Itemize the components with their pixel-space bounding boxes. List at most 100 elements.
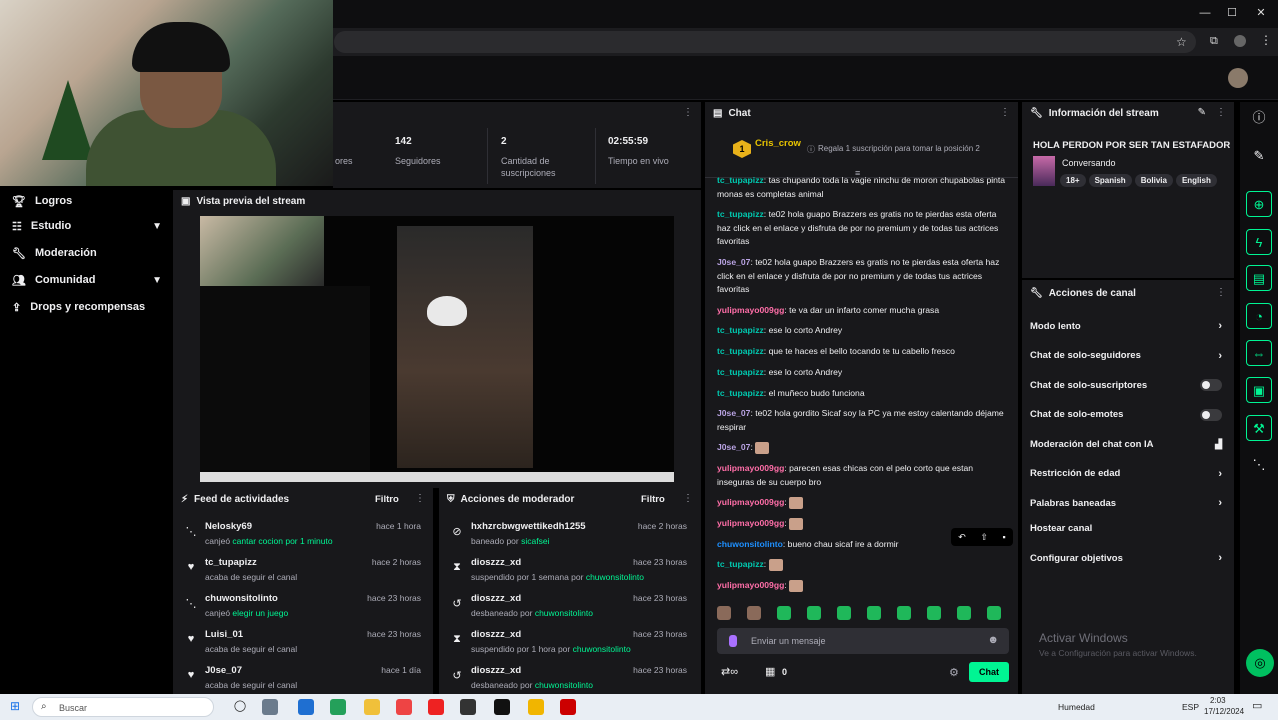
chat-username[interactable]: chuwonsitolinto xyxy=(717,539,783,549)
feed-item[interactable]: ⋱ Nelosky69 canjeó cantar cocion por 1 min… xyxy=(185,519,422,551)
toggle-switch[interactable] xyxy=(1200,408,1222,421)
chat-message[interactable]: J0se_07: te02 hola gordito Sicaf soy la … xyxy=(717,407,1007,434)
chat-message[interactable]: tc_tupapizz: tas chupando toda la vagie … xyxy=(717,174,1007,201)
feed-desc-highlight[interactable]: chuwonsitolinto xyxy=(586,572,644,582)
toggle-switch[interactable] xyxy=(1200,379,1222,391)
extensions-icon[interactable]: ⧉ xyxy=(1210,35,1218,48)
pinned-username[interactable]: Cris_crow xyxy=(755,138,801,149)
tag[interactable]: 18+ xyxy=(1060,174,1086,187)
feed-item[interactable]: ↺ dioszzz_xd desbaneado por chuwonsitolint… xyxy=(451,663,687,695)
chat-username[interactable]: tc_tupapizz xyxy=(717,559,764,569)
more-options-icon[interactable]: ⋮ xyxy=(683,493,693,504)
feed-item[interactable]: ⧗ dioszzz_xd suspendido por 1 hora por chu… xyxy=(451,627,687,659)
app-icon[interactable] xyxy=(460,699,476,715)
task-view-icon[interactable]: ◯ xyxy=(232,699,248,715)
swap-icon[interactable]: ⇔ xyxy=(1246,340,1272,366)
info-icon[interactable]: ⓘ xyxy=(1246,105,1272,131)
wrench-icon[interactable]: ⚒ xyxy=(1246,415,1272,441)
chat-input[interactable]: Enviar un mensaje ☻ xyxy=(717,628,1009,654)
feed-username[interactable]: dioszzz_xd xyxy=(471,557,521,568)
stream-video[interactable] xyxy=(200,216,674,482)
help-chat-icon[interactable]: ◎ xyxy=(1246,649,1274,677)
channel-action-row[interactable]: Palabras baneadas › xyxy=(1030,494,1222,512)
obs-icon[interactable] xyxy=(494,699,510,715)
channel-action-row[interactable]: Chat de solo-seguidores › xyxy=(1030,347,1222,365)
chat-username[interactable]: tc_tupapizz xyxy=(717,367,764,377)
chat-username[interactable]: tc_tupapizz xyxy=(717,388,764,398)
more-options-icon[interactable]: ⋮ xyxy=(1000,107,1010,118)
close-icon[interactable]: ✕ xyxy=(1254,6,1268,20)
clock-date[interactable]: 17/12/2024 xyxy=(1204,707,1244,716)
feed-username[interactable]: dioszzz_xd xyxy=(471,665,521,676)
mic-icon[interactable] xyxy=(729,635,737,647)
channel-action-row[interactable]: Configurar objetivos › xyxy=(1030,549,1222,567)
quick-emote[interactable] xyxy=(807,606,821,620)
chat-username[interactable]: tc_tupapizz xyxy=(717,209,764,219)
tag[interactable]: Bolivia xyxy=(1134,174,1173,187)
bookmark-star-icon[interactable]: ☆ xyxy=(1176,35,1187,49)
filter-button[interactable]: Filtro xyxy=(375,494,399,505)
language-indicator[interactable]: ESP xyxy=(1182,702,1199,712)
feed-item[interactable]: ↺ dioszzz_xd desbaneado por chuwonsitolint… xyxy=(451,591,687,623)
chat-username[interactable]: tc_tupapizz xyxy=(717,175,764,185)
weather-text[interactable]: Humedad xyxy=(1058,702,1095,712)
channel-action-row[interactable]: Chat de solo-emotes xyxy=(1030,406,1222,424)
folder-icon[interactable] xyxy=(364,699,380,715)
nav-comunidad[interactable]: 👥︎ Comunidad ▼ xyxy=(12,271,162,289)
more-options-icon[interactable]: ⋮ xyxy=(1216,107,1226,118)
chat-username[interactable]: yulipmayo009gg xyxy=(717,580,784,590)
channel-action-row[interactable]: Hostear canal xyxy=(1030,520,1222,538)
quick-emote[interactable] xyxy=(717,606,731,620)
feed-desc-highlight[interactable]: cantar cocion por 1 minuto xyxy=(232,536,332,546)
chat-message[interactable]: yulipmayo009gg: xyxy=(717,496,1007,510)
pencil-icon[interactable]: ✎ xyxy=(1246,143,1272,169)
pin-icon[interactable]: ⇧ xyxy=(980,532,988,543)
gift-icon[interactable]: ▦ xyxy=(765,665,775,678)
feed-item[interactable]: ⋱ chuwonsitolinto canjeó elegir un juego ha… xyxy=(185,591,422,623)
feed-item[interactable]: ⧗ dioszzz_xd suspendido por 1 semana por c… xyxy=(451,555,687,587)
chat-message[interactable]: tc_tupapizz: xyxy=(717,558,1007,572)
whatsapp-icon[interactable] xyxy=(330,699,346,715)
chat-send-button[interactable]: Chat xyxy=(969,662,1009,682)
quick-emote[interactable] xyxy=(897,606,911,620)
feed-desc-highlight[interactable]: chuwonsitolinto xyxy=(573,644,631,654)
quick-emote[interactable] xyxy=(927,606,941,620)
nav-logros[interactable]: 🏆︎ Logros xyxy=(12,192,162,210)
notification-icon[interactable]: ▭ xyxy=(1252,699,1262,712)
tag[interactable]: English xyxy=(1175,174,1217,187)
app-icon[interactable] xyxy=(560,699,576,715)
quick-emote[interactable] xyxy=(747,606,761,620)
quick-emote[interactable] xyxy=(777,606,791,620)
chat-username[interactable]: yulipmayo009gg xyxy=(717,497,784,507)
chat-message[interactable]: yulipmayo009gg: xyxy=(717,579,1007,593)
edit-icon[interactable]: ✎ xyxy=(1198,107,1206,118)
taskbar-search[interactable]: ⌕ Buscar xyxy=(32,697,214,717)
feed-username[interactable]: Nelosky69 xyxy=(205,521,252,532)
chrome-icon[interactable] xyxy=(528,699,544,715)
feed-item[interactable]: ⊘ hxhzrcbwgwettikedh1255 baneado por sicaf… xyxy=(451,519,687,551)
feed-item[interactable]: ♥ tc_tupapizz acaba de seguir el canal hace… xyxy=(185,555,421,587)
chat-username[interactable]: yulipmayo009gg xyxy=(717,463,784,473)
chat-message[interactable]: yulipmayo009gg: te va dar un infarto com… xyxy=(717,304,1007,318)
share-icon[interactable]: ⋱ xyxy=(1246,452,1272,478)
app-icon[interactable] xyxy=(396,699,412,715)
channel-action-row[interactable]: Modo lento › xyxy=(1030,317,1222,335)
more-options-icon[interactable]: ⋮ xyxy=(683,107,693,118)
feed-username[interactable]: Luisi_01 xyxy=(205,629,243,640)
feed-username[interactable]: dioszzz_xd xyxy=(471,593,521,604)
edge-icon[interactable] xyxy=(298,699,314,715)
channel-points-icon[interactable]: ⇄∞ xyxy=(721,665,738,678)
user-avatar[interactable] xyxy=(1228,68,1248,88)
chat-username[interactable]: J0se_07 xyxy=(717,257,750,267)
chat-username[interactable]: tc_tupapizz xyxy=(717,346,764,356)
filter-button[interactable]: Filtro xyxy=(641,494,665,505)
nav-drops[interactable]: ⇪ Drops y recompensas xyxy=(12,298,162,316)
feed-desc-highlight[interactable]: chuwonsitolinto xyxy=(535,680,593,690)
chat-message[interactable]: tc_tupapizz: ese lo corto Andrey xyxy=(717,324,1007,338)
quick-emote[interactable] xyxy=(957,606,971,620)
layout-icon[interactable]: ▣ xyxy=(1246,377,1272,403)
chat-message[interactable]: tc_tupapizz: te02 hola guapo Brazzers es… xyxy=(717,208,1007,249)
nav-estudio[interactable]: ☷ Estudio ▼ xyxy=(12,217,162,235)
settings-icon[interactable]: ⚙ xyxy=(949,666,959,679)
quick-emote[interactable] xyxy=(837,606,851,620)
